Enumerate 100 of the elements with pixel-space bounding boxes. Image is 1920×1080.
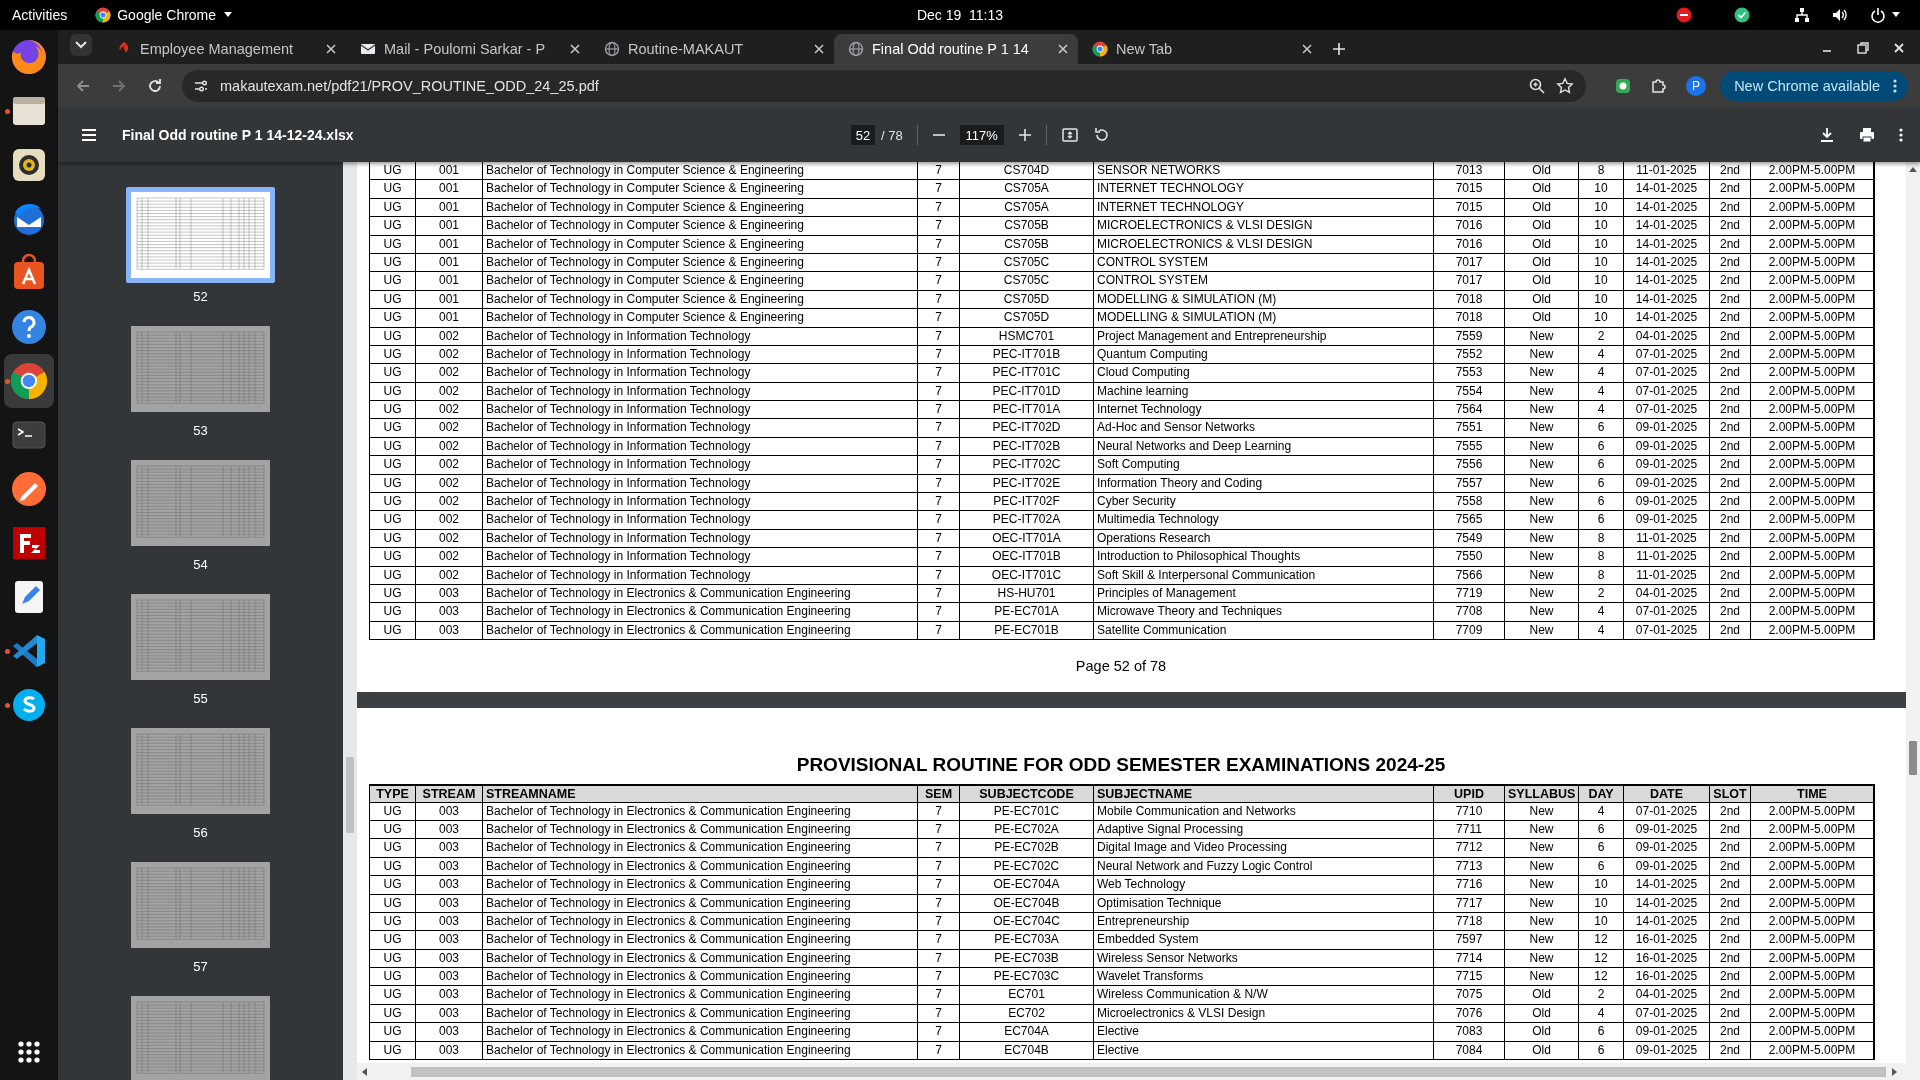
volume-icon[interactable] bbox=[1832, 7, 1848, 23]
close-icon[interactable] bbox=[1056, 42, 1070, 56]
zoom-in-icon[interactable] bbox=[1017, 128, 1032, 142]
table-cell: 7719 bbox=[1434, 585, 1505, 603]
table-cell: Bachelor of Technology in Electronics & Communication Engineering bbox=[483, 1004, 918, 1023]
scrollbar[interactable] bbox=[357, 1063, 1906, 1080]
table-cell: Bachelor of Technology in Electronics & Communication Engineering bbox=[483, 968, 918, 986]
zoom-field[interactable]: 117% bbox=[959, 125, 1004, 145]
column-header: TIME bbox=[1751, 786, 1874, 803]
table-cell: 12 bbox=[1579, 931, 1624, 949]
update-button[interactable]: New Chrome available bbox=[1720, 71, 1908, 101]
table-cell: 10 bbox=[1579, 290, 1624, 309]
table-cell: 09-01-2025 bbox=[1624, 511, 1710, 529]
browser-icon[interactable] bbox=[9, 361, 49, 401]
pen-icon[interactable] bbox=[9, 469, 49, 509]
fit-page-icon[interactable] bbox=[1060, 126, 1079, 144]
page-number-field[interactable]: 52 bbox=[851, 125, 875, 145]
close-icon[interactable] bbox=[1892, 41, 1906, 55]
help-icon[interactable] bbox=[9, 307, 49, 347]
running-indicator bbox=[5, 109, 10, 114]
clock[interactable]: Dec 19 11:13 bbox=[905, 7, 1015, 23]
scroll-left-icon[interactable] bbox=[361, 1067, 369, 1076]
table-cell: 7 bbox=[918, 585, 960, 603]
activities-button[interactable]: Activities bbox=[12, 7, 68, 23]
zoom-icon[interactable] bbox=[1528, 77, 1547, 95]
table-cell: Bachelor of Technology in Electronics & Communication Engineering bbox=[483, 603, 918, 621]
scrollbar[interactable] bbox=[1906, 162, 1920, 1080]
scroll-up-icon[interactable] bbox=[1909, 166, 1917, 174]
close-icon[interactable] bbox=[1300, 42, 1314, 56]
power-icon[interactable] bbox=[1870, 7, 1886, 23]
table-cell: 2nd bbox=[1710, 382, 1751, 401]
table-cell: Old bbox=[1505, 217, 1579, 235]
browser-icon[interactable] bbox=[9, 37, 49, 77]
scrollbar-thumb[interactable] bbox=[411, 1066, 1886, 1077]
close-icon[interactable] bbox=[812, 42, 826, 56]
check-icon[interactable] bbox=[1734, 7, 1750, 23]
table-cell: PE-EC702B bbox=[960, 839, 1094, 857]
table-cell: Bachelor of Technology in Information Technology bbox=[483, 437, 918, 456]
table-cell: 09-01-2025 bbox=[1624, 839, 1710, 857]
table-cell: New bbox=[1505, 912, 1579, 931]
app-grid-icon[interactable] bbox=[17, 1040, 41, 1064]
page-thumbnail[interactable] bbox=[126, 187, 275, 283]
table-cell: EC704A bbox=[960, 1023, 1094, 1041]
table-cell: PEC-IT702F bbox=[960, 493, 1094, 511]
table-cell: CS705B bbox=[960, 217, 1094, 235]
table-cell: 7558 bbox=[1434, 493, 1505, 511]
browser-tab[interactable]: New Tab bbox=[1078, 34, 1322, 64]
scrollbar[interactable] bbox=[343, 162, 357, 1080]
browser-tab[interactable]: Employee Management bbox=[102, 34, 346, 64]
more-icon[interactable] bbox=[1898, 127, 1904, 143]
table-cell: 7716 bbox=[1434, 876, 1505, 894]
reload-icon[interactable] bbox=[146, 77, 164, 95]
scrollbar-thumb[interactable] bbox=[346, 757, 354, 833]
table-cell: 7556 bbox=[1434, 456, 1505, 474]
table-cell: Elective bbox=[1094, 1023, 1434, 1041]
network-icon[interactable] bbox=[1794, 7, 1810, 23]
table-cell: 2nd bbox=[1710, 986, 1751, 1004]
table-cell: PE-EC702C bbox=[960, 857, 1094, 876]
puzzle-icon[interactable] bbox=[1650, 77, 1669, 95]
table-cell: HSMC701 bbox=[960, 327, 1094, 345]
table-cell: 2.00PM-5.00PM bbox=[1751, 290, 1874, 309]
table-cell: 6 bbox=[1579, 419, 1624, 437]
table-cell: 2 bbox=[1579, 327, 1624, 345]
print-icon[interactable] bbox=[1858, 126, 1876, 144]
table-cell: 2.00PM-5.00PM bbox=[1751, 876, 1874, 894]
globe-icon bbox=[604, 41, 620, 57]
chevron-down-icon[interactable] bbox=[70, 34, 92, 56]
table-cell: 003 bbox=[416, 585, 483, 603]
table-cell: 7708 bbox=[1434, 603, 1505, 621]
close-icon[interactable] bbox=[324, 42, 338, 56]
extension-icon[interactable] bbox=[1614, 77, 1633, 95]
table-cell: Old bbox=[1505, 290, 1579, 309]
app-menu[interactable]: Google Chrome bbox=[95, 7, 235, 23]
table-cell: MICROELECTRONICS & VLSI DESIGN bbox=[1094, 217, 1434, 235]
close-icon[interactable] bbox=[568, 42, 582, 56]
scroll-right-icon[interactable] bbox=[1890, 1067, 1898, 1076]
browser-tab[interactable]: Final Odd routine P 1 14 bbox=[834, 34, 1078, 64]
download-icon[interactable] bbox=[1818, 126, 1836, 144]
table-cell: OE-EC704A bbox=[960, 876, 1094, 894]
scrollbar-thumb[interactable] bbox=[1909, 741, 1917, 775]
table-cell: 2.00PM-5.00PM bbox=[1751, 272, 1874, 290]
rotate-icon[interactable] bbox=[1092, 126, 1111, 144]
table-cell: Bachelor of Technology in Electronics & Communication Engineering bbox=[483, 802, 918, 820]
table-cell: Embedded System bbox=[1094, 931, 1434, 949]
table-cell: 7 bbox=[918, 364, 960, 382]
table-cell: Old bbox=[1505, 253, 1579, 272]
address-field[interactable]: makautexam.net/pdf21/PROV_ROUTINE_ODD_24_25.pdf bbox=[182, 70, 1587, 102]
bookmark-star-icon[interactable] bbox=[1556, 77, 1575, 95]
profile-avatar[interactable]: P bbox=[1686, 76, 1707, 96]
table-cell: PE-EC701A bbox=[960, 603, 1094, 621]
new-tab-icon[interactable] bbox=[1332, 42, 1346, 56]
restore-icon[interactable] bbox=[1856, 41, 1870, 55]
table-cell: Old bbox=[1505, 198, 1579, 217]
browser-tab[interactable]: Mail - Poulomi Sarkar - P bbox=[346, 34, 590, 64]
table-cell: PE-EC703C bbox=[960, 968, 1094, 986]
menu-icon[interactable] bbox=[80, 126, 98, 144]
table-cell: 7 bbox=[918, 968, 960, 986]
browser-tab[interactable]: Routine-MAKAUT bbox=[590, 34, 834, 64]
table-cell: 2.00PM-5.00PM bbox=[1751, 180, 1874, 198]
do-not-disturb-icon[interactable] bbox=[1676, 7, 1692, 23]
